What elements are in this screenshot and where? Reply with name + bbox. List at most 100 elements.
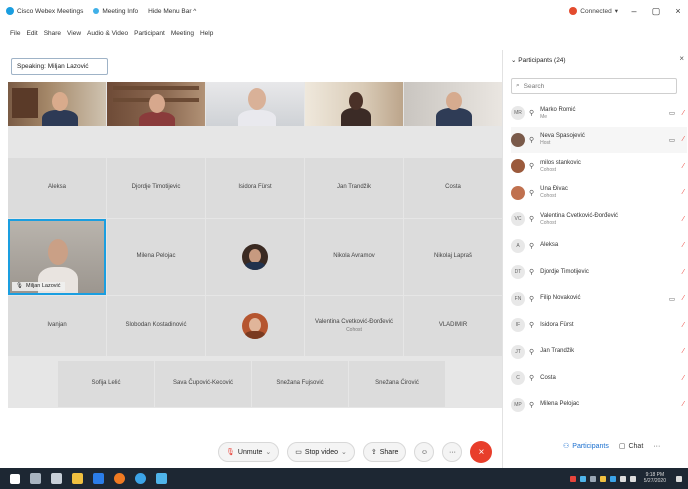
close-panel-button[interactable]: × [679,54,684,63]
list-item[interactable]: C ⚲ Costa ⁄ [511,365,687,392]
mic-icon[interactable]: ⚲ [529,109,534,117]
tray-icon[interactable] [609,475,616,482]
tray-icon[interactable] [579,475,586,482]
webex-icon[interactable] [156,473,167,484]
participant-tile[interactable]: VLADIMIR [404,296,502,356]
participant-tile[interactable] [206,219,304,295]
tab-meeting-info[interactable]: Meeting Info [93,8,138,15]
wifi-icon[interactable] [619,475,626,482]
menu-meeting[interactable]: Meeting [171,30,194,44]
participant-tile[interactable]: Snežana Ćirović [349,361,445,407]
list-item[interactable]: MR ⚲ Marko Romić Me ▭ ⁄ [511,100,687,127]
tab-cisco-webex[interactable]: Cisco Webex Meetings [6,7,83,15]
person-body [341,108,371,126]
participant-tile[interactable]: Djordje Timotijevic [107,158,205,218]
title-bar: Cisco Webex Meetings Meeting Info Hide M… [0,0,688,22]
list-item[interactable]: A ⚲ Aleksa ⁄ [511,233,687,260]
menu-participant[interactable]: Participant [134,30,165,44]
search-icon[interactable] [30,473,41,484]
participant-tile[interactable]: Ivanjan [8,296,106,356]
participant-tile[interactable]: Snežana Fujsović [252,361,348,407]
tab-label: Hide Menu Bar ^ [148,7,197,15]
reactions-button[interactable]: ☺ [414,442,435,462]
participant-tile[interactable] [206,296,304,356]
video-tile[interactable] [206,82,304,126]
tray-icon[interactable] [599,475,606,482]
participant-tile[interactable]: Slobodan Kostadinović [107,296,205,356]
list-item[interactable]: JT ⚲ Jan Trandžik ⁄ [511,339,687,366]
notification-icon[interactable] [676,475,682,482]
participant-name: VLADIMIR [438,322,468,329]
menu-edit[interactable]: Edit [26,30,37,44]
clock[interactable]: 9:18 PM 5/27/2020 [644,472,666,484]
chrome-icon[interactable] [135,473,146,484]
menu-audio-video[interactable]: Audio & Video [87,30,128,44]
chevron-down-icon[interactable]: ⌄ [341,448,347,456]
unmute-button[interactable]: 🎙 Unmute ⌄ [218,442,280,462]
list-item[interactable]: DT ⚲ Djordje Timotijevic ⁄ [511,259,687,286]
list-item[interactable]: ⚲ milos stankovic Cohost ⁄ [511,153,687,180]
video-tile[interactable] [8,82,106,126]
file-explorer-icon[interactable] [72,473,83,484]
tray-icon[interactable] [589,475,596,482]
menu-file[interactable]: File [10,30,20,44]
participant-tile[interactable]: Milena Pelojac [107,219,205,295]
participants-button[interactable]: ⚇ Participants [563,442,609,451]
self-video-tile[interactable]: 🎙 Miljan Lazović [8,219,106,295]
mic-icon[interactable]: ⚲ [529,401,534,409]
video-tile[interactable] [305,82,403,126]
task-view-icon[interactable] [51,473,62,484]
more-panels-button[interactable]: ··· [653,443,660,450]
mic-icon[interactable]: ⚲ [529,242,534,250]
participant-tile[interactable]: Jan Trandžik [305,158,403,218]
minimize-button[interactable]: – [628,6,640,16]
more-options-button[interactable]: ··· [442,442,463,462]
mic-icon[interactable]: ⚲ [529,215,534,223]
mic-icon[interactable]: ⚲ [529,268,534,276]
participant-name: Isidora Fürst [540,321,574,328]
mic-icon[interactable]: ⚲ [529,136,534,144]
mic-icon[interactable]: ⚲ [529,321,534,329]
participant-name: Isidora Fürst [238,184,272,191]
search-input[interactable]: ⌕ Search [511,78,677,94]
list-item[interactable]: VC ⚲ Valentina Cvetković-Đorđević Cohost ⁄ [511,206,687,233]
participant-tile[interactable]: Nikolaj Lapraš [404,219,502,295]
stop-video-button[interactable]: ▭ Stop video ⌄ [287,442,355,462]
restore-button[interactable]: ▢ [650,6,662,17]
chat-button[interactable]: ▢ Chat [619,442,643,451]
tray-icon[interactable] [569,475,576,482]
mail-icon[interactable] [93,473,104,484]
menu-share[interactable]: Share [44,30,61,44]
firefox-icon[interactable] [114,473,125,484]
participant-tile[interactable]: Sava Čupović-Kecović [155,361,251,407]
participant-tile[interactable]: Isidora Fürst [206,158,304,218]
participant-tile[interactable]: Aleksa [8,158,106,218]
volume-icon[interactable] [629,475,636,482]
chevron-down-icon[interactable]: ⌄ [265,448,271,456]
participant-tile[interactable]: Valentina Cvetković-Đorđević Cohost [305,296,403,356]
close-button[interactable]: × [672,6,684,16]
menu-view[interactable]: View [67,30,81,44]
mic-icon[interactable]: ⚲ [529,162,534,170]
participant-tile[interactable]: Costa [404,158,502,218]
participant-tile[interactable]: Sofija Lelić [58,361,154,407]
mic-icon[interactable]: ⚲ [529,374,534,382]
leave-meeting-button[interactable]: × [470,441,493,463]
list-item[interactable]: ⚲ Neva Spasojević Host ▭ ⁄ [511,126,687,153]
video-tile[interactable] [404,82,502,126]
connection-status[interactable]: Connected ▾ [569,7,618,15]
list-item[interactable]: ⚲ Una Ðivac Cohost ⁄ [511,180,687,207]
windows-start-icon[interactable] [10,473,20,484]
mic-icon[interactable]: ⚲ [529,348,534,356]
video-tile[interactable] [107,82,205,126]
share-button[interactable]: ⇪ Share [362,442,407,462]
menu-help[interactable]: Help [200,30,213,44]
list-item[interactable]: FN ⚲ Filip Novaković ▭ ⁄ [511,286,687,313]
list-item[interactable]: MP ⚲ Milena Pelojac ⁄ [511,392,687,419]
mic-muted-icon: ⁄ [682,374,684,382]
mic-icon[interactable]: ⚲ [529,189,534,197]
mic-icon[interactable]: ⚲ [529,295,534,303]
participant-tile[interactable]: Nikola Avramov [305,219,403,295]
hide-menu-bar-button[interactable]: Hide Menu Bar ^ [148,8,196,15]
list-item[interactable]: IF ⚲ Isidora Fürst ⁄ [511,312,687,339]
